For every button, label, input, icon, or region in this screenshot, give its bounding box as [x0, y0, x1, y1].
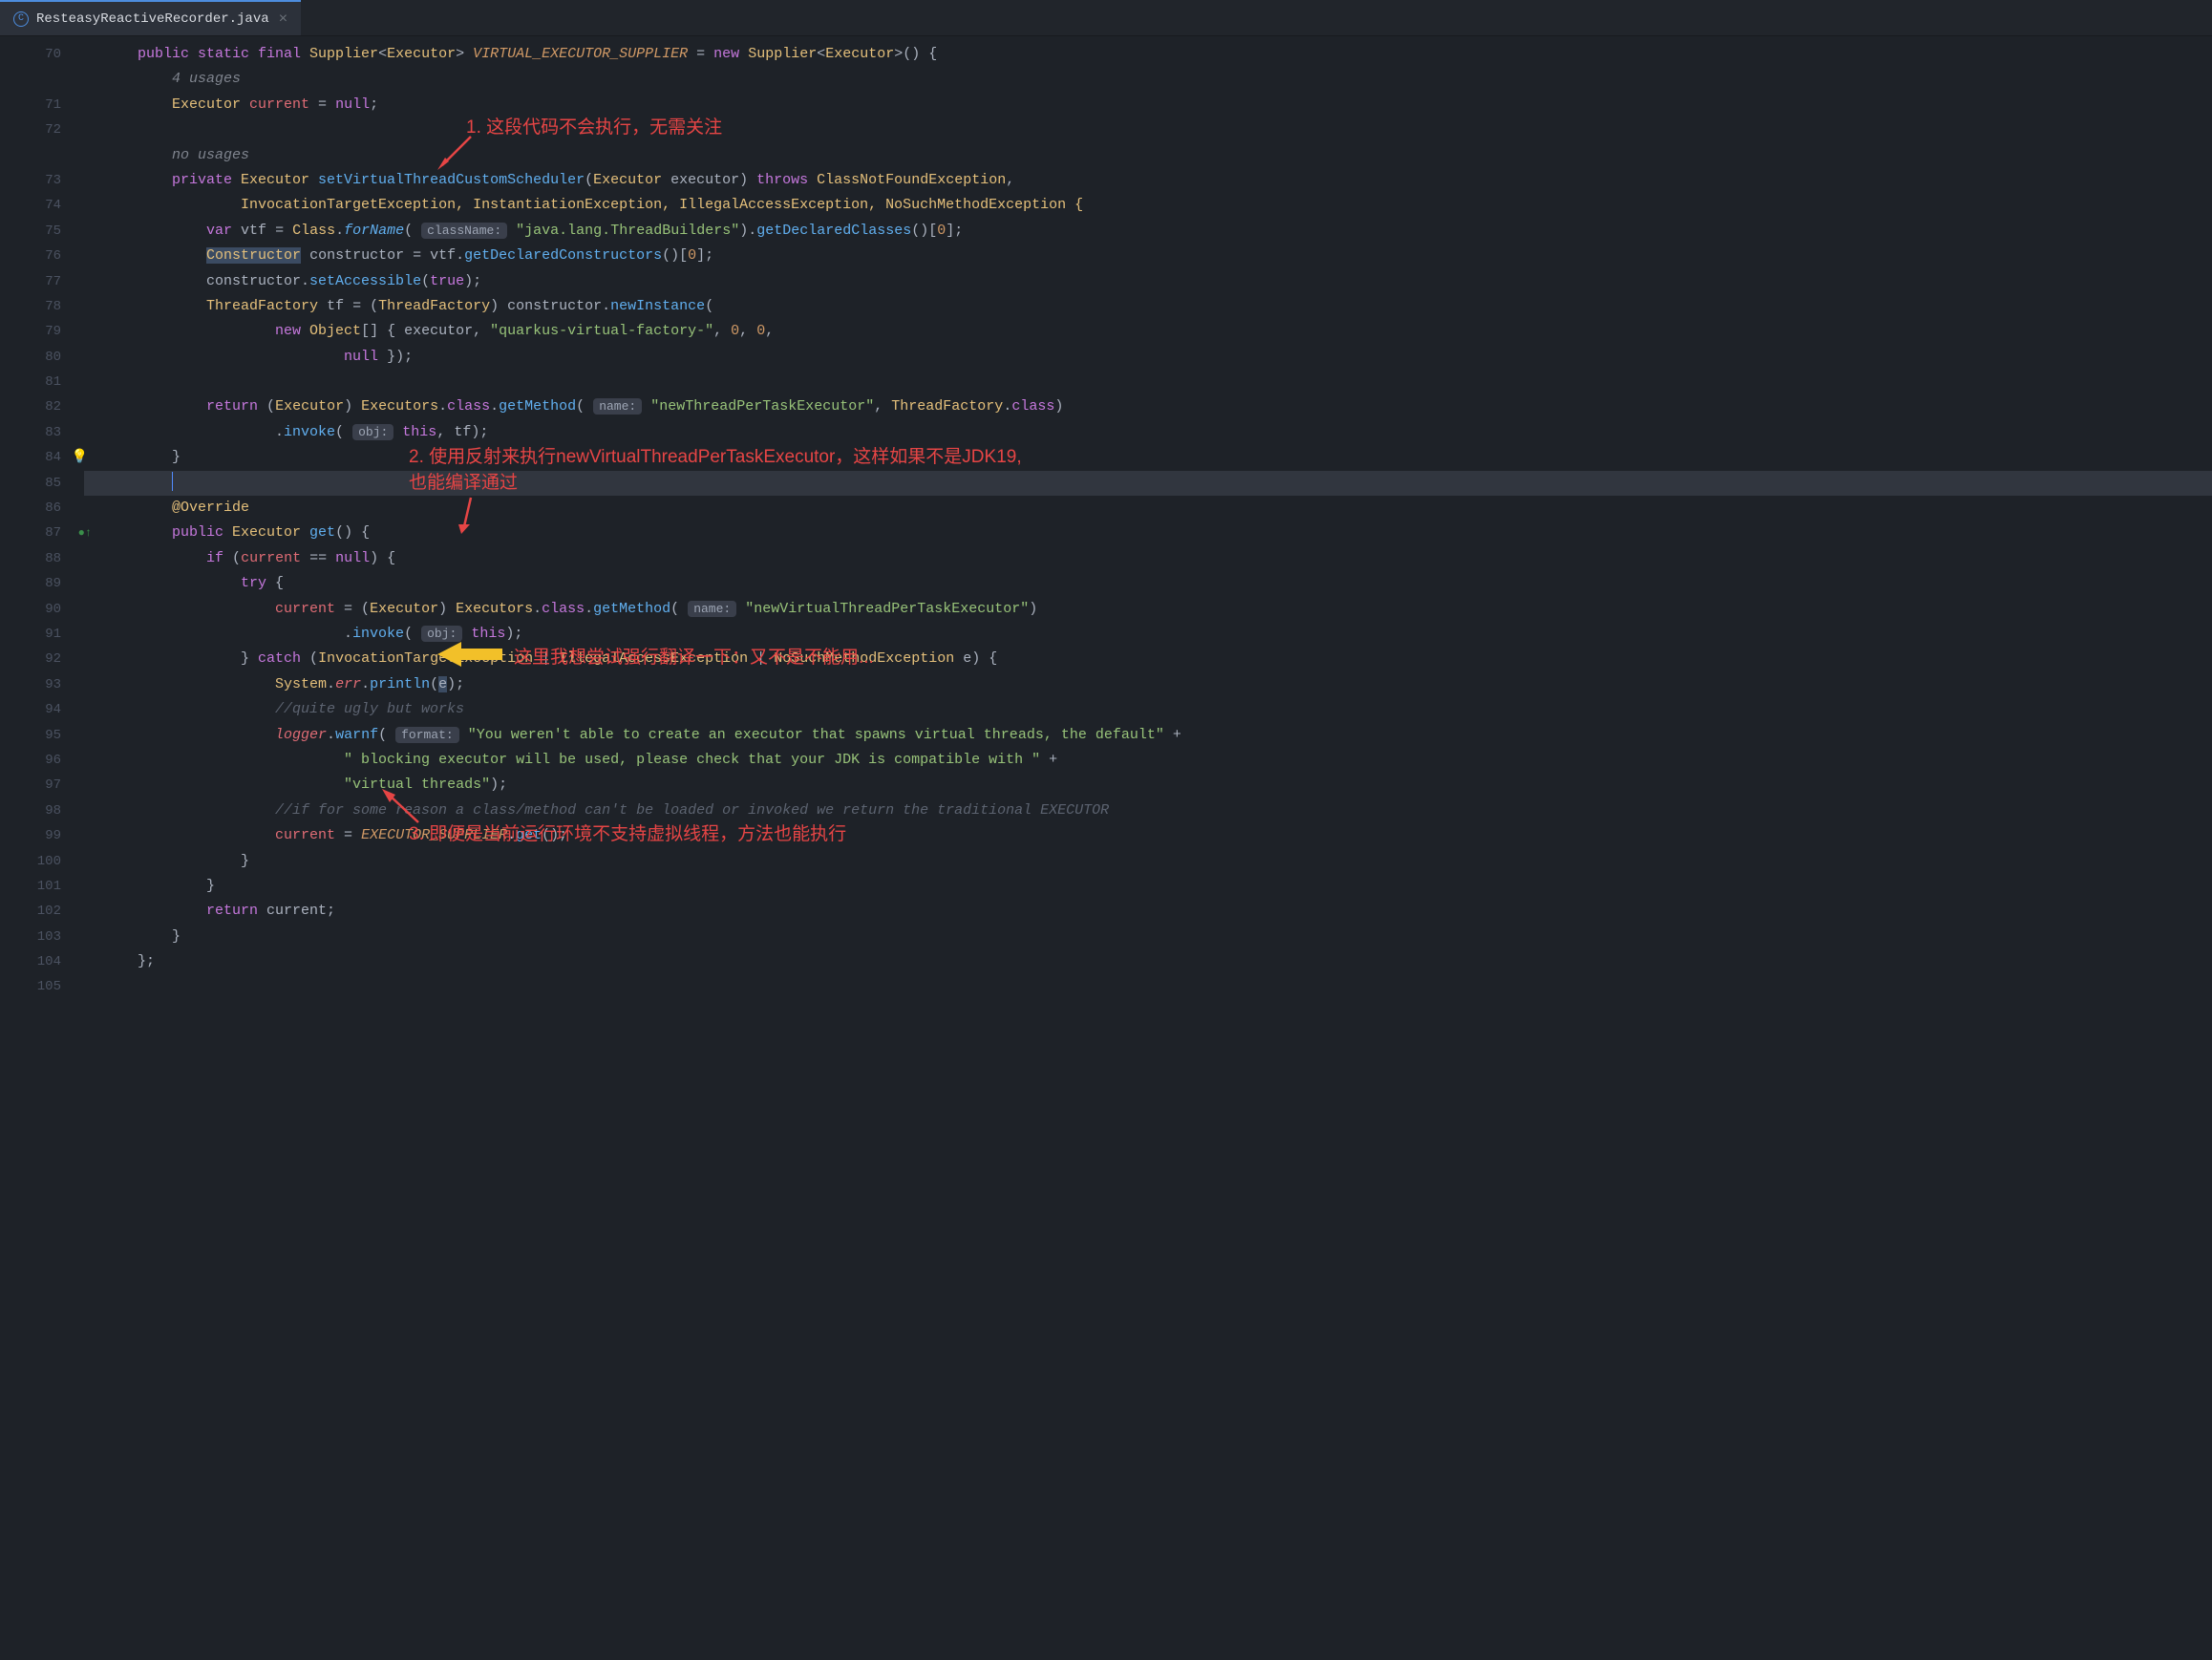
code-line[interactable]: return current;	[103, 899, 2212, 924]
code-line[interactable]: .invoke( obj: this);	[103, 622, 2212, 647]
line-number	[0, 143, 84, 168]
code-line[interactable]	[84, 471, 2212, 496]
line-number: 102	[0, 899, 84, 924]
line-number: 91	[0, 622, 84, 647]
line-number: 78	[0, 294, 84, 319]
code-line[interactable]: }	[103, 445, 2212, 470]
code-line[interactable]: //if for some reason a class/method can'…	[103, 798, 2212, 823]
code-line[interactable]: try {	[103, 571, 2212, 596]
line-number: 90	[0, 597, 84, 622]
line-number: 73	[0, 168, 84, 193]
code-line[interactable]: //quite ugly but works	[103, 697, 2212, 722]
code-line[interactable]: ThreadFactory tf = (ThreadFactory) const…	[103, 294, 2212, 319]
line-number	[0, 67, 84, 92]
line-number: 97	[0, 773, 84, 798]
code-line[interactable]: no usages	[103, 143, 2212, 168]
line-number: 89	[0, 571, 84, 596]
code-line[interactable]: new Object[] { executor, "quarkus-virtua…	[103, 319, 2212, 344]
line-number: 71	[0, 93, 84, 117]
line-number: 105	[0, 974, 84, 999]
code-line[interactable]: }	[103, 849, 2212, 874]
code-line[interactable]: return (Executor) Executors.class.getMet…	[103, 394, 2212, 419]
code-line[interactable]	[103, 370, 2212, 394]
line-number: 72	[0, 117, 84, 142]
line-number: 83	[0, 420, 84, 445]
line-number: 98	[0, 798, 84, 823]
line-number: 79	[0, 319, 84, 344]
code-line[interactable]: .invoke( obj: this, tf);	[103, 420, 2212, 445]
line-number: 76	[0, 244, 84, 268]
code-line[interactable]: private Executor setVirtualThreadCustomS…	[103, 168, 2212, 193]
code-line[interactable]: Executor current = null;	[103, 93, 2212, 117]
line-number: 101	[0, 874, 84, 899]
code-line[interactable]: public static final Supplier<Executor> V…	[103, 42, 2212, 67]
code-line[interactable]: } catch (InvocationTargetException | Ill…	[103, 647, 2212, 671]
code-line[interactable]	[103, 974, 2212, 999]
code-line[interactable]: public Executor get() {	[103, 521, 2212, 545]
code-line[interactable]: " blocking executor will be used, please…	[103, 748, 2212, 773]
code-line[interactable]: "virtual threads");	[103, 773, 2212, 798]
line-number: 95	[0, 723, 84, 748]
line-number: 100	[0, 849, 84, 874]
line-number: 104	[0, 949, 84, 974]
line-number: 93	[0, 672, 84, 697]
java-class-icon: C	[13, 11, 29, 27]
line-number: 87	[0, 521, 84, 545]
line-number: 88	[0, 546, 84, 571]
code-area[interactable]: public static final Supplier<Executor> V…	[84, 36, 2212, 1660]
line-number: 81	[0, 370, 84, 394]
cursor	[172, 472, 173, 491]
line-number: 70	[0, 42, 84, 67]
line-number: 80	[0, 345, 84, 370]
line-number: 99	[0, 823, 84, 848]
line-number: 82	[0, 394, 84, 419]
code-line[interactable]: InvocationTargetException, Instantiation…	[103, 193, 2212, 218]
line-number: 96	[0, 748, 84, 773]
line-number: 92	[0, 647, 84, 671]
editor[interactable]: 70 71 72 73 74 75 76 77 78 79 80 81 82 8…	[0, 36, 2212, 1660]
code-line[interactable]: current = (Executor) Executors.class.get…	[103, 597, 2212, 622]
line-number: 84	[0, 445, 84, 470]
tab-bar: C ResteasyReactiveRecorder.java ×	[0, 0, 2212, 36]
code-line[interactable]: var vtf = Class.forName( className: "jav…	[103, 219, 2212, 244]
code-line[interactable]: Constructor constructor = vtf.getDeclare…	[103, 244, 2212, 268]
line-number: 94	[0, 697, 84, 722]
code-line[interactable]: logger.warnf( format: "You weren't able …	[103, 723, 2212, 748]
code-line[interactable]: current = EXECUTOR_SUPPLIER.get();	[103, 823, 2212, 848]
code-line[interactable]	[103, 117, 2212, 142]
code-line[interactable]: }	[103, 874, 2212, 899]
code-line[interactable]: };	[103, 949, 2212, 974]
tab-filename: ResteasyReactiveRecorder.java	[36, 11, 269, 27]
code-line[interactable]: @Override	[103, 496, 2212, 521]
code-line[interactable]: }	[103, 925, 2212, 949]
line-number: 103	[0, 925, 84, 949]
code-line[interactable]: constructor.setAccessible(true);	[103, 269, 2212, 294]
line-number: 74	[0, 193, 84, 218]
line-number: 75	[0, 219, 84, 244]
code-line[interactable]: 4 usages	[103, 67, 2212, 92]
line-number: 86	[0, 496, 84, 521]
gutter: 70 71 72 73 74 75 76 77 78 79 80 81 82 8…	[0, 36, 84, 1660]
close-icon[interactable]: ×	[279, 11, 288, 28]
line-number: 85	[0, 471, 84, 496]
code-line[interactable]: System.err.println(e);	[103, 672, 2212, 697]
editor-tab[interactable]: C ResteasyReactiveRecorder.java ×	[0, 0, 301, 35]
code-line[interactable]: null });	[103, 345, 2212, 370]
line-number: 77	[0, 269, 84, 294]
code-line[interactable]: if (current == null) {	[103, 546, 2212, 571]
